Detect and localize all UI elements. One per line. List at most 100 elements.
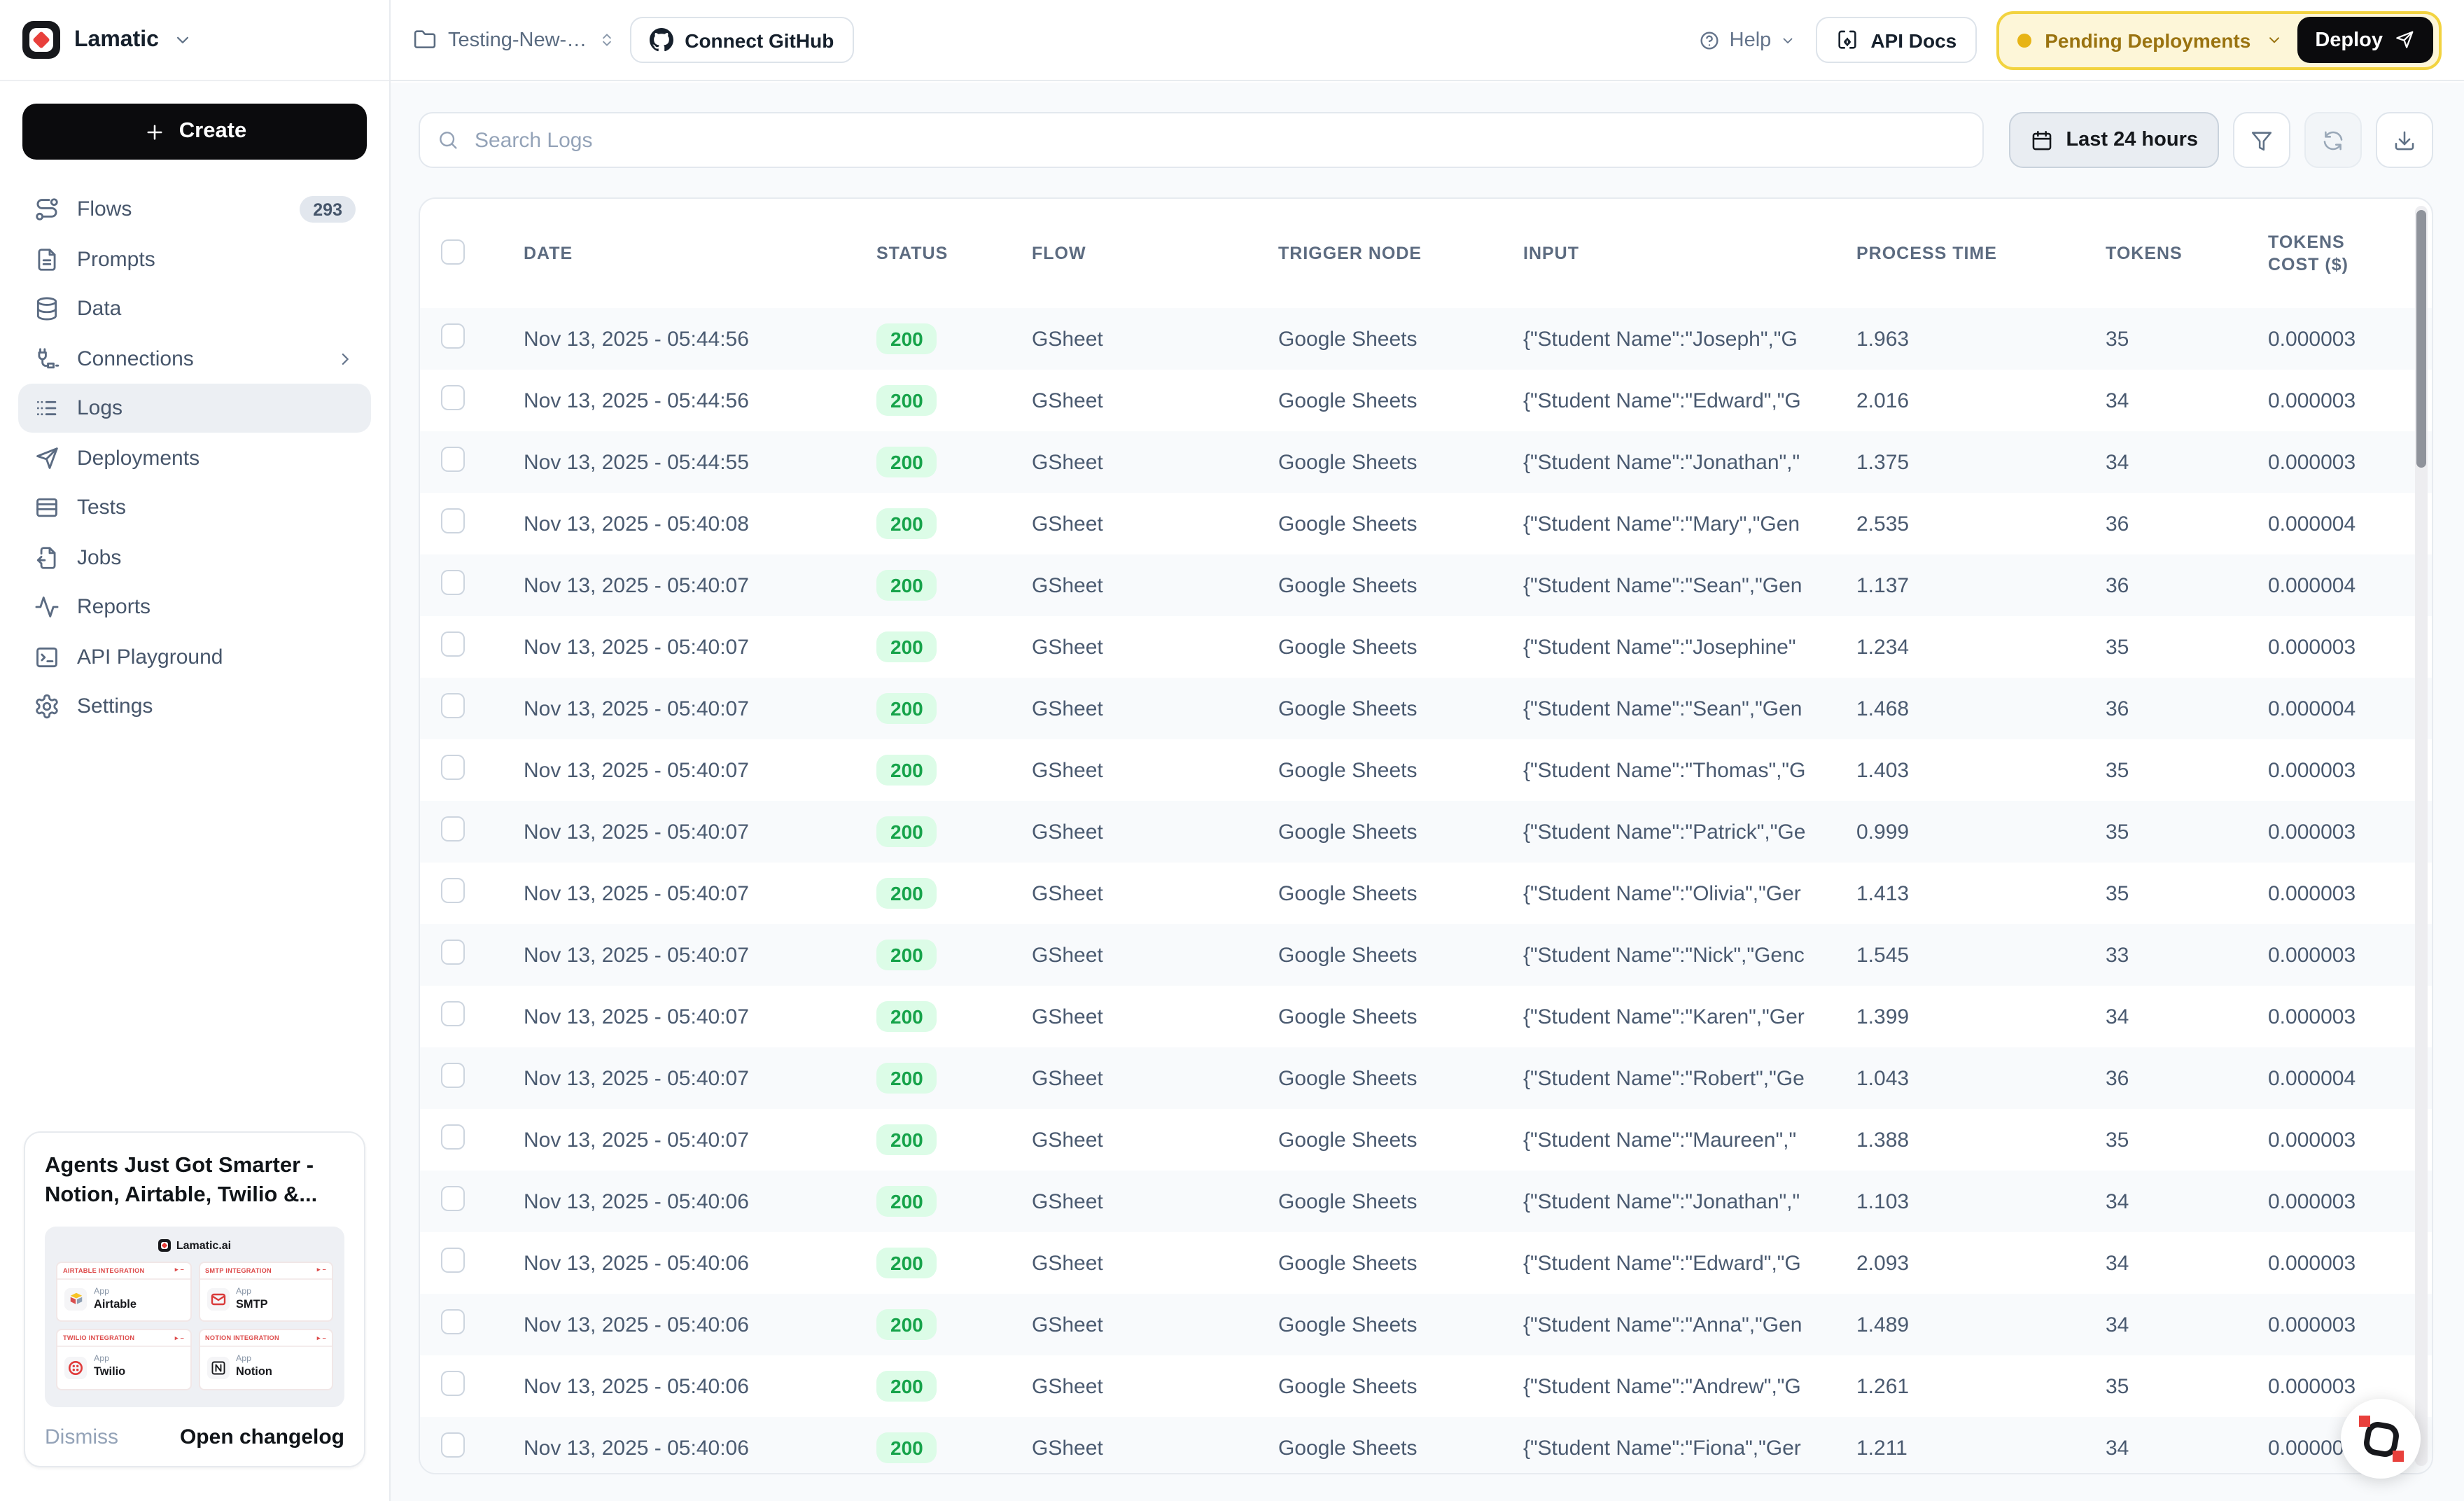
lamatic-mark-icon [2362, 1420, 2400, 1458]
cell-tokens-cost: 0.000003 [2261, 450, 2432, 474]
sidebar-item-connections[interactable]: Connections [18, 334, 371, 383]
cell-process-time: 1.413 [1848, 881, 2100, 905]
table-row[interactable]: Nov 13, 2025 - 05:40:07200GSheetGoogle S… [420, 678, 2432, 739]
open-changelog-button[interactable]: Open changelog [180, 1425, 344, 1449]
refresh-icon [2321, 128, 2345, 152]
table-row[interactable]: Nov 13, 2025 - 05:44:56200GSheetGoogle S… [420, 370, 2432, 431]
row-checkbox[interactable] [441, 755, 465, 780]
row-checkbox[interactable] [441, 323, 465, 349]
row-checkbox[interactable] [441, 1063, 465, 1088]
row-checkbox[interactable] [441, 1371, 465, 1396]
promo-card-notion: NOTION INTEGRATION▸ –AppNotion [198, 1329, 333, 1390]
table-scrollbar[interactable] [2415, 206, 2428, 1466]
table-body: Nov 13, 2025 - 05:44:56200GSheetGoogle S… [420, 308, 2432, 1474]
data-icon [34, 295, 60, 322]
column-header-tokens-cost: TOKENS COST ($) [2261, 231, 2432, 277]
table-row[interactable]: Nov 13, 2025 - 05:40:07200GSheetGoogle S… [420, 1109, 2432, 1171]
column-header-flow: FLOW [1022, 242, 1274, 265]
row-checkbox[interactable] [441, 693, 465, 718]
row-checkbox[interactable] [441, 385, 465, 410]
chevron-down-icon [2264, 31, 2283, 49]
table-row[interactable]: Nov 13, 2025 - 05:40:07200GSheetGoogle S… [420, 924, 2432, 986]
download-button[interactable] [2376, 112, 2433, 168]
sidebar-item-flows[interactable]: Flows293 [18, 185, 371, 234]
row-checkbox[interactable] [441, 508, 465, 533]
sidebar-item-deployments[interactable]: Deployments [18, 433, 371, 482]
cell-date: Nov 13, 2025 - 05:40:06 [504, 1436, 861, 1460]
row-checkbox[interactable] [441, 1124, 465, 1150]
time-range-button[interactable]: Last 24 hours [2008, 112, 2219, 168]
help-circle-icon [1699, 29, 1721, 51]
connect-github-button[interactable]: Connect GitHub [630, 17, 853, 63]
search-box [419, 112, 1984, 168]
row-checkbox[interactable] [441, 631, 465, 657]
cell-tokens-cost: 0.000003 [2261, 943, 2432, 967]
sidebar-item-reports[interactable]: Reports [18, 582, 371, 631]
cell-date: Nov 13, 2025 - 05:40:07 [504, 1128, 861, 1152]
promo-brand: Lamatic.ai [56, 1238, 333, 1251]
chat-widget-button[interactable] [2341, 1399, 2421, 1479]
cell-process-time: 1.103 [1848, 1189, 2100, 1213]
table-row[interactable]: Nov 13, 2025 - 05:40:06200GSheetGoogle S… [420, 1232, 2432, 1294]
row-checkbox[interactable] [441, 940, 465, 965]
cell-tokens: 35 [2100, 758, 2261, 782]
chevron-down-icon [173, 29, 194, 50]
top-bar: Testing-New-… Connect GitHub Help API Do… [391, 0, 2464, 81]
table-row[interactable]: Nov 13, 2025 - 05:40:07200GSheetGoogle S… [420, 801, 2432, 863]
sidebar-item-prompts[interactable]: Prompts [18, 235, 371, 284]
sidebar-item-tests[interactable]: Tests [18, 483, 371, 532]
search-input[interactable] [472, 127, 1966, 153]
row-checkbox[interactable] [441, 878, 465, 903]
sidebar-item-settings[interactable]: Settings [18, 682, 371, 731]
help-menu[interactable]: Help [1699, 29, 1797, 51]
table-row[interactable]: Nov 13, 2025 - 05:40:06200GSheetGoogle S… [420, 1171, 2432, 1232]
row-checkbox[interactable] [441, 816, 465, 842]
sidebar-nav: Flows293PromptsDataConnectionsLogsDeploy… [0, 174, 389, 742]
row-checkbox[interactable] [441, 447, 465, 472]
sidebar-item-api-playground[interactable]: API Playground [18, 632, 371, 681]
table-row[interactable]: Nov 13, 2025 - 05:40:07200GSheetGoogle S… [420, 1047, 2432, 1109]
table-row[interactable]: Nov 13, 2025 - 05:44:55200GSheetGoogle S… [420, 431, 2432, 493]
cell-date: Nov 13, 2025 - 05:40:07 [504, 697, 861, 720]
dismiss-button[interactable]: Dismiss [45, 1425, 118, 1449]
table-row[interactable]: Nov 13, 2025 - 05:40:07200GSheetGoogle S… [420, 554, 2432, 616]
funnel-icon [2250, 128, 2274, 152]
scrollbar-thumb[interactable] [2416, 210, 2426, 468]
row-checkbox[interactable] [441, 1001, 465, 1026]
select-all-checkbox[interactable] [441, 239, 465, 264]
workspace-switcher[interactable]: Lamatic [0, 0, 389, 81]
create-button[interactable]: Create [22, 104, 367, 160]
sidebar-item-logs[interactable]: Logs [18, 384, 371, 433]
refresh-button[interactable] [2304, 112, 2362, 168]
pending-deployments-dropdown[interactable]: Pending Deployments Deploy [1996, 11, 2442, 69]
table-row[interactable]: Nov 13, 2025 - 05:44:56200GSheetGoogle S… [420, 308, 2432, 370]
table-row[interactable]: Nov 13, 2025 - 05:40:06200GSheetGoogle S… [420, 1294, 2432, 1355]
row-checkbox[interactable] [441, 570, 465, 595]
cell-date: Nov 13, 2025 - 05:40:06 [504, 1251, 861, 1275]
table-row[interactable]: Nov 13, 2025 - 05:40:07200GSheetGoogle S… [420, 616, 2432, 678]
prompts-icon [34, 246, 60, 272]
table-row[interactable]: Nov 13, 2025 - 05:40:07200GSheetGoogle S… [420, 986, 2432, 1047]
deploy-button[interactable]: Deploy [2297, 17, 2433, 63]
table-row[interactable]: Nov 13, 2025 - 05:40:08200GSheetGoogle S… [420, 493, 2432, 554]
table-row[interactable]: Nov 13, 2025 - 05:40:06200GSheetGoogle S… [420, 1417, 2432, 1474]
sidebar-item-data[interactable]: Data [18, 284, 371, 333]
row-checkbox[interactable] [441, 1248, 465, 1273]
table-row[interactable]: Nov 13, 2025 - 05:40:06200GSheetGoogle S… [420, 1355, 2432, 1417]
row-checkbox[interactable] [441, 1186, 465, 1211]
api-docs-button[interactable]: API Docs [1816, 17, 1976, 63]
sidebar-item-jobs[interactable]: Jobs [18, 533, 371, 582]
table-row[interactable]: Nov 13, 2025 - 05:40:07200GSheetGoogle S… [420, 739, 2432, 801]
chevron-down-icon [2264, 31, 2283, 49]
status-badge: 200 [876, 940, 937, 970]
project-switcher[interactable]: Testing-New-… [413, 28, 616, 52]
create-button-label: Create [179, 119, 247, 144]
table-row[interactable]: Nov 13, 2025 - 05:40:07200GSheetGoogle S… [420, 863, 2432, 924]
row-checkbox[interactable] [441, 1432, 465, 1458]
play-icon: ▸ – [175, 1266, 184, 1274]
logs-icon [34, 395, 60, 421]
row-checkbox[interactable] [441, 1309, 465, 1334]
sidebar-item-label: Tests [77, 496, 126, 519]
filter-button[interactable] [2233, 112, 2290, 168]
cell-trigger-node: Google Sheets [1274, 1005, 1519, 1028]
